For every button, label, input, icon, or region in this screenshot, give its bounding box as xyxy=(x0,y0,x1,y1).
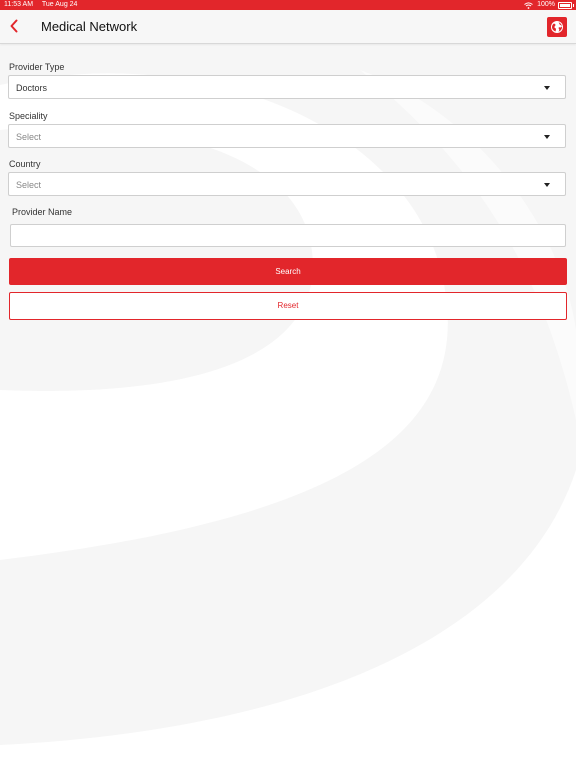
provider-type-label: Provider Type xyxy=(9,62,65,72)
provider-name-input[interactable] xyxy=(10,224,566,247)
country-label: Country xyxy=(9,159,41,169)
provider-name-label: Provider Name xyxy=(12,207,73,217)
provider-type-select[interactable]: Doctors xyxy=(8,75,566,99)
caret-down-icon xyxy=(544,86,550,90)
chevron-left-icon[interactable] xyxy=(6,17,24,35)
wifi-icon xyxy=(524,1,533,9)
search-button[interactable]: Search xyxy=(9,258,567,285)
status-date: Tue Aug 24 xyxy=(41,1,78,8)
caret-down-icon xyxy=(544,183,550,187)
battery-icon xyxy=(558,1,574,9)
reset-button[interactable]: Reset xyxy=(9,292,567,320)
country-placeholder: Select xyxy=(16,180,42,190)
speciality-select[interactable]: Select xyxy=(8,124,566,148)
globe-icon xyxy=(551,21,563,33)
background-swoosh xyxy=(0,70,576,768)
provider-type-value: Doctors xyxy=(16,83,48,93)
speciality-label: Speciality xyxy=(9,111,48,121)
speciality-placeholder: Select xyxy=(16,132,42,142)
page-title: Medical Network xyxy=(41,19,138,34)
navigation-bar: Medical Network xyxy=(0,10,576,44)
globe-button[interactable] xyxy=(547,17,567,37)
country-select[interactable]: Select xyxy=(8,172,566,196)
status-time: 11:53 AM xyxy=(4,1,34,8)
battery-percent: 100% xyxy=(537,1,555,8)
caret-down-icon xyxy=(544,135,550,139)
status-bar: 11:53 AM Tue Aug 24 100% xyxy=(0,0,576,10)
